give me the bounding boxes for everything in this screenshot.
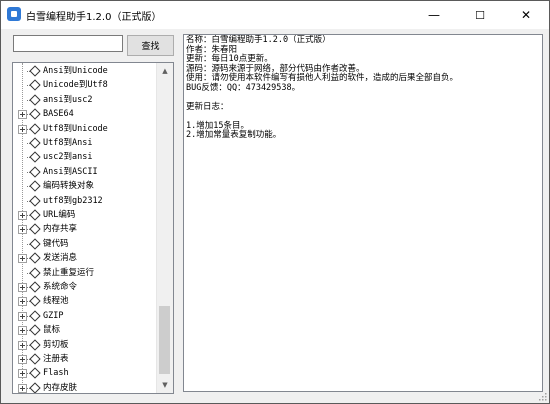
diamond-icon bbox=[29, 79, 41, 92]
expand-plus-icon[interactable] bbox=[18, 211, 27, 220]
expand-plus-icon[interactable] bbox=[18, 225, 27, 235]
diamond-icon bbox=[29, 151, 41, 164]
close-button[interactable]: ✕ bbox=[503, 1, 549, 29]
expand-plus-icon[interactable] bbox=[18, 340, 27, 350]
expand-plus-icon[interactable] bbox=[18, 110, 27, 120]
tree-item[interactable]: URL编码 bbox=[13, 208, 157, 222]
tree-item-label: URL编码 bbox=[43, 210, 76, 220]
tree-item-label: 禁止重复运行 bbox=[43, 267, 95, 278]
app-window: 白雪编程助手1.2.0（正式版） — ☐ ✕ 查找 Ansi到Unicode Un… bbox=[0, 0, 550, 404]
window-title: 白雪编程助手1.2.0（正式版） bbox=[26, 12, 162, 23]
tree-item-label: Utf8到Unicode bbox=[43, 123, 108, 134]
tree-item[interactable]: 内存皮肤 bbox=[13, 381, 157, 393]
diamond-icon bbox=[29, 382, 41, 393]
app-icon bbox=[7, 7, 21, 21]
tree-item[interactable]: GZIP bbox=[13, 309, 157, 323]
tree-item-label: GZIP bbox=[43, 310, 64, 321]
tree-item[interactable]: utf8到gb2312 bbox=[13, 194, 157, 208]
tree-scrollbar[interactable]: ▲ ▼ bbox=[156, 63, 173, 393]
tree-item[interactable]: BASE64 bbox=[13, 107, 157, 121]
diamond-icon bbox=[29, 295, 41, 308]
tree-item-label: 系统命令 bbox=[43, 282, 78, 292]
scroll-up-arrow-icon[interactable]: ▲ bbox=[157, 63, 173, 79]
tree-item-label: 注册表 bbox=[43, 354, 69, 364]
tree-item[interactable]: Unicode到Utf8 bbox=[13, 78, 157, 92]
expand-plus-icon[interactable] bbox=[18, 355, 27, 364]
tree-item-label: 编码转换对象 bbox=[43, 181, 95, 192]
diamond-icon bbox=[29, 108, 41, 120]
diamond-icon bbox=[29, 194, 41, 207]
diamond-icon bbox=[29, 166, 41, 178]
resize-grip-icon[interactable] bbox=[537, 391, 547, 401]
tree-item-label: 发送消息 bbox=[43, 253, 78, 264]
diamond-icon bbox=[29, 353, 41, 365]
code-content-area[interactable]: 名称：白雪编程助手1.2.0（正式版） 作者：朱春阳 更新：每日10点更新。 源… bbox=[183, 34, 543, 392]
tree-item[interactable]: Utf8到Ansi bbox=[13, 136, 157, 150]
diamond-icon bbox=[29, 338, 41, 351]
diamond-icon bbox=[29, 281, 41, 293]
title-bar: 白雪编程助手1.2.0（正式版） — ☐ ✕ bbox=[1, 1, 549, 29]
diamond-icon bbox=[29, 238, 41, 250]
tree-item[interactable]: 编码转换对象 bbox=[13, 179, 157, 193]
diamond-icon bbox=[29, 180, 41, 192]
tree-item-label: Utf8到Ansi bbox=[43, 138, 93, 148]
diamond-icon bbox=[29, 266, 41, 279]
diamond-icon bbox=[29, 310, 41, 322]
diamond-icon bbox=[29, 223, 41, 236]
tree-item[interactable]: 发送消息 bbox=[13, 251, 157, 265]
tree-item-label: Ansi到Unicode bbox=[43, 66, 108, 76]
expand-plus-icon[interactable] bbox=[18, 124, 27, 134]
diamond-icon bbox=[29, 252, 41, 264]
tree-item-label: Unicode到Utf8 bbox=[43, 80, 108, 91]
expand-plus-icon[interactable] bbox=[18, 254, 27, 264]
diamond-icon bbox=[29, 324, 41, 336]
tree-item[interactable]: 禁止重复运行 bbox=[13, 266, 157, 280]
tree-item[interactable]: 剪切板 bbox=[13, 338, 157, 352]
tree-item[interactable]: 鼠标 bbox=[13, 323, 157, 337]
expand-plus-icon[interactable] bbox=[18, 326, 27, 336]
diamond-icon bbox=[29, 122, 41, 135]
scroll-thumb[interactable] bbox=[159, 306, 170, 374]
tree-item-label: usc2到ansi bbox=[43, 152, 93, 163]
diamond-icon bbox=[29, 367, 41, 380]
minimize-button[interactable]: — bbox=[411, 1, 457, 29]
tree-item[interactable]: 键代码 bbox=[13, 237, 157, 251]
function-tree[interactable]: Ansi到Unicode Unicode到Utf8 ansi到usc2 BASE64 U… bbox=[12, 62, 174, 394]
expand-plus-icon[interactable] bbox=[18, 369, 27, 379]
expand-plus-icon[interactable] bbox=[18, 311, 27, 321]
scroll-down-arrow-icon[interactable]: ▼ bbox=[157, 377, 173, 393]
tree-item-label: 内存共享 bbox=[43, 224, 78, 235]
expand-plus-icon[interactable] bbox=[18, 383, 27, 393]
tree-item-label: BASE64 bbox=[43, 109, 74, 120]
tree-item[interactable]: Ansi到ASCII bbox=[13, 165, 157, 179]
tree-item-label: 鼠标 bbox=[43, 325, 61, 336]
tree-item-label: Ansi到ASCII bbox=[43, 166, 98, 177]
expand-plus-icon[interactable] bbox=[18, 283, 27, 292]
tree-item[interactable]: Ansi到Unicode bbox=[13, 64, 157, 78]
tree-item[interactable]: ansi到usc2 bbox=[13, 93, 157, 107]
tree-item[interactable]: 线程池 bbox=[13, 294, 157, 308]
diamond-icon bbox=[29, 94, 41, 106]
search-button[interactable]: 查找 bbox=[127, 35, 174, 56]
tree-item[interactable]: Utf8到Unicode bbox=[13, 122, 157, 136]
tree-item-label: ansi到usc2 bbox=[43, 94, 93, 105]
expand-plus-icon[interactable] bbox=[18, 297, 27, 307]
tree-item[interactable]: 内存共享 bbox=[13, 222, 157, 236]
diamond-icon bbox=[29, 209, 41, 221]
tree-item[interactable]: 系统命令 bbox=[13, 280, 157, 294]
tree-item-label: Flash bbox=[43, 368, 69, 379]
tree-item-label: 键代码 bbox=[43, 238, 69, 249]
tree-item[interactable]: Flash bbox=[13, 366, 157, 380]
tree-item-label: utf8到gb2312 bbox=[43, 195, 103, 206]
tree-item[interactable]: usc2到ansi bbox=[13, 150, 157, 164]
tree-item-label: 线程池 bbox=[43, 296, 69, 307]
maximize-button[interactable]: ☐ bbox=[457, 1, 503, 29]
diamond-icon bbox=[29, 65, 41, 77]
diamond-icon bbox=[29, 137, 41, 149]
tree-item-label: 剪切板 bbox=[43, 339, 69, 350]
tree-item-label: 内存皮肤 bbox=[43, 382, 78, 393]
tree-item[interactable]: 注册表 bbox=[13, 352, 157, 366]
search-input[interactable] bbox=[13, 35, 123, 52]
